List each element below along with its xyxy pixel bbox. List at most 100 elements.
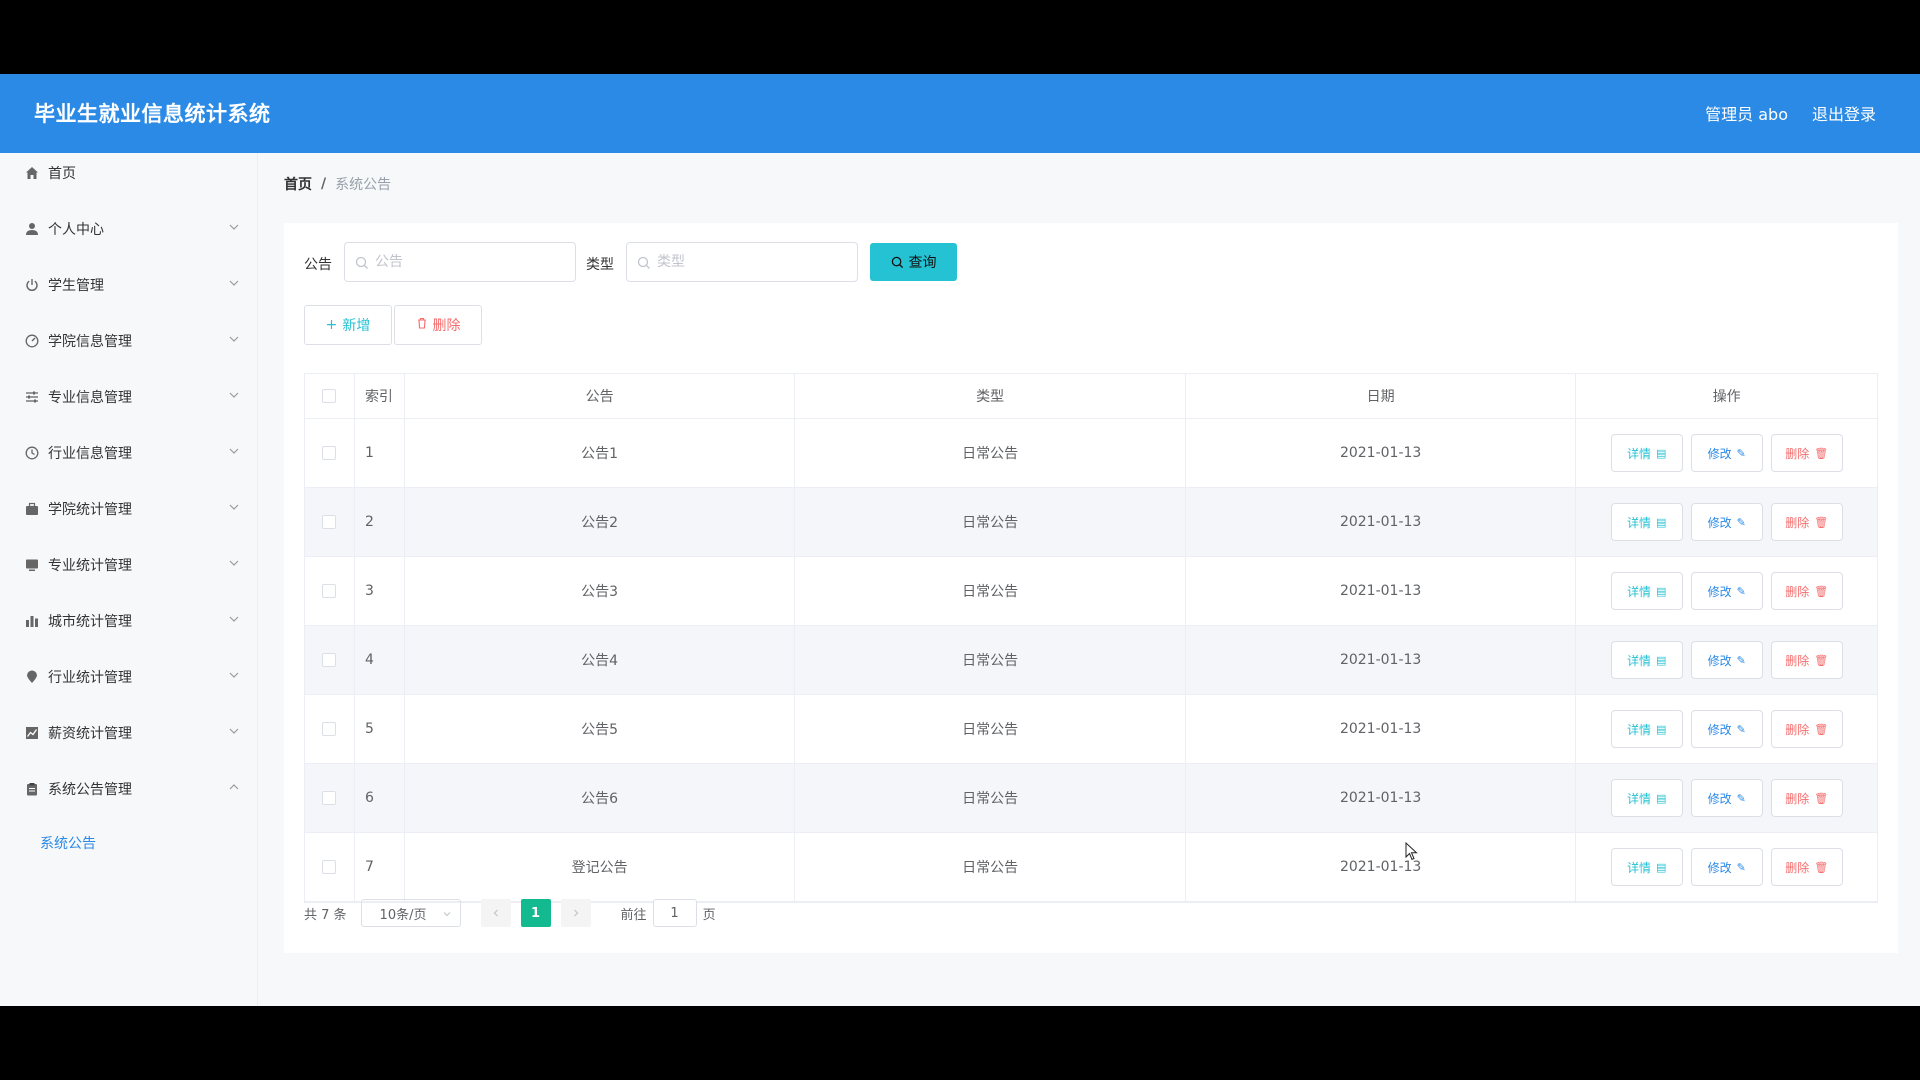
row-checkbox[interactable] bbox=[322, 722, 337, 736]
document-icon: ▤ bbox=[1655, 515, 1667, 529]
header-index: 索引 bbox=[355, 374, 405, 418]
top-bar: 毕业生就业信息统计系统 管理员 abo 退出登录 bbox=[0, 74, 1920, 153]
sidebar-item-label: 城市统计管理 bbox=[48, 614, 132, 630]
cell-ops: 详情 ▤ 修改 ✎ 删除 🗑 bbox=[1576, 626, 1877, 694]
gauge-icon bbox=[24, 333, 40, 349]
sidebar-item-industry-info[interactable]: 行业信息管理 bbox=[0, 433, 258, 473]
cell-index: 4 bbox=[355, 626, 405, 694]
detail-button[interactable]: 详情 ▤ bbox=[1610, 503, 1683, 541]
sidebar-item-label: 学院统计管理 bbox=[48, 502, 132, 518]
table-row: 6 公告6 日常公告 2021-01-13 详情 ▤ 修改 ✎ 删除 🗑 bbox=[305, 764, 1877, 833]
cell-ops: 详情 ▤ 修改 ✎ 删除 🗑 bbox=[1576, 833, 1877, 901]
sidebar-item-label: 学院信息管理 bbox=[48, 334, 132, 350]
cell-title: 公告2 bbox=[405, 488, 796, 556]
detail-button-label: 详情 bbox=[1626, 446, 1651, 461]
title-search-field[interactable] bbox=[344, 242, 576, 282]
row-checkbox[interactable] bbox=[322, 860, 337, 874]
delete-button[interactable]: 删除 🗑 bbox=[1770, 641, 1843, 679]
batch-delete-button[interactable]: 删除 bbox=[394, 305, 482, 345]
breadcrumb: 首页 / 系统公告 bbox=[284, 174, 391, 194]
cell-index: 2 bbox=[355, 488, 405, 556]
row-checkbox[interactable] bbox=[322, 584, 337, 598]
sidebar-subitem-announcements[interactable]: 系统公告 bbox=[40, 828, 240, 858]
delete-button[interactable]: 删除 🗑 bbox=[1770, 710, 1843, 748]
sidebar-item-industry-stats[interactable]: 行业统计管理 bbox=[0, 657, 258, 697]
app-title: 毕业生就业信息统计系统 bbox=[34, 102, 271, 126]
sidebar-item-college-info[interactable]: 学院信息管理 bbox=[0, 321, 258, 361]
delete-button[interactable]: 删除 🗑 bbox=[1770, 434, 1843, 472]
select-all-checkbox[interactable] bbox=[322, 389, 337, 403]
sidebar-item-students[interactable]: 学生管理 bbox=[0, 265, 258, 305]
batch-delete-button-label: 删除 bbox=[432, 318, 461, 334]
logout-button[interactable]: 退出登录 bbox=[1812, 101, 1876, 125]
delete-button-label: 删除 bbox=[1785, 791, 1810, 806]
detail-button[interactable]: 详情 ▤ bbox=[1610, 779, 1683, 817]
sidebar-item-salary-stats[interactable]: 薪资统计管理 bbox=[0, 713, 258, 753]
prev-page-button[interactable] bbox=[480, 899, 511, 927]
title-search-input[interactable] bbox=[375, 243, 565, 281]
cell-ops: 详情 ▤ 修改 ✎ 删除 🗑 bbox=[1576, 419, 1877, 487]
edit-button[interactable]: 修改 ✎ bbox=[1690, 572, 1763, 610]
delete-button[interactable]: 删除 🗑 bbox=[1770, 779, 1843, 817]
goto-page-input[interactable] bbox=[652, 899, 697, 927]
breadcrumb-current: 系统公告 bbox=[335, 177, 392, 193]
chevron-up-icon bbox=[229, 784, 239, 790]
sidebar-item-home[interactable]: 首页 bbox=[0, 153, 258, 193]
query-button[interactable]: 查询 bbox=[870, 243, 957, 281]
edit-button[interactable]: 修改 ✎ bbox=[1690, 503, 1763, 541]
current-user: 管理员 abo bbox=[1705, 105, 1788, 124]
edit-button[interactable]: 修改 ✎ bbox=[1690, 641, 1763, 679]
edit-button[interactable]: 修改 ✎ bbox=[1690, 710, 1763, 748]
detail-button-label: 详情 bbox=[1626, 653, 1651, 668]
cell-title: 公告3 bbox=[405, 557, 796, 625]
pencil-icon: ✎ bbox=[1736, 791, 1746, 805]
row-checkbox[interactable] bbox=[322, 791, 337, 805]
sidebar-item-profile[interactable]: 个人中心 bbox=[0, 209, 258, 249]
edit-button-label: 修改 bbox=[1707, 446, 1732, 461]
table-row: 4 公告4 日常公告 2021-01-13 详情 ▤ 修改 ✎ 删除 🗑 bbox=[305, 626, 1877, 695]
type-search-field[interactable] bbox=[626, 242, 858, 282]
page-number-active[interactable]: 1 bbox=[520, 899, 551, 927]
breadcrumb-home[interactable]: 首页 bbox=[284, 174, 312, 194]
chevron-down-icon bbox=[443, 912, 450, 917]
delete-button[interactable]: 删除 🗑 bbox=[1770, 572, 1843, 610]
header-title: 公告 bbox=[405, 374, 796, 418]
row-checkbox[interactable] bbox=[322, 653, 337, 667]
clock-icon bbox=[24, 445, 40, 461]
detail-button[interactable]: 详情 ▤ bbox=[1610, 434, 1683, 472]
sidebar-item-city-stats[interactable]: 城市统计管理 bbox=[0, 601, 258, 641]
cell-ops: 详情 ▤ 修改 ✎ 删除 🗑 bbox=[1576, 695, 1877, 763]
chevron-right-icon bbox=[573, 909, 578, 917]
detail-button[interactable]: 详情 ▤ bbox=[1610, 572, 1683, 610]
sidebar-item-major-info[interactable]: 专业信息管理 bbox=[0, 377, 258, 417]
sidebar-item-label: 学生管理 bbox=[48, 278, 104, 294]
pagination: 共 7 条 10条/页 1 前往 页 bbox=[304, 898, 716, 928]
edit-button-label: 修改 bbox=[1707, 791, 1732, 806]
detail-button[interactable]: 详情 ▤ bbox=[1610, 848, 1683, 886]
page-size-select[interactable]: 10条/页 bbox=[360, 899, 461, 927]
delete-button[interactable]: 删除 🗑 bbox=[1770, 503, 1843, 541]
sidebar-item-college-stats[interactable]: 学院统计管理 bbox=[0, 489, 258, 529]
sliders-icon bbox=[24, 389, 40, 405]
detail-button[interactable]: 详情 ▤ bbox=[1610, 641, 1683, 679]
type-search-label: 类型 bbox=[586, 257, 614, 273]
sidebar-item-label: 薪资统计管理 bbox=[48, 726, 132, 742]
row-checkbox[interactable] bbox=[322, 446, 337, 460]
edit-button[interactable]: 修改 ✎ bbox=[1690, 434, 1763, 472]
detail-button[interactable]: 详情 ▤ bbox=[1610, 710, 1683, 748]
sidebar-item-announcement-mgmt[interactable]: 系统公告管理 bbox=[0, 769, 258, 809]
row-checkbox[interactable] bbox=[322, 515, 337, 529]
chevron-down-icon bbox=[229, 672, 239, 678]
sidebar-item-major-stats[interactable]: 专业统计管理 bbox=[0, 545, 258, 585]
chevron-down-icon bbox=[229, 392, 239, 398]
sidebar-item-label: 个人中心 bbox=[48, 222, 104, 238]
plus-icon: + bbox=[325, 317, 338, 333]
type-search-input[interactable] bbox=[657, 243, 847, 281]
chevron-down-icon bbox=[229, 448, 239, 454]
edit-button[interactable]: 修改 ✎ bbox=[1690, 779, 1763, 817]
add-button[interactable]: + 新增 bbox=[304, 305, 392, 345]
edit-button[interactable]: 修改 ✎ bbox=[1690, 848, 1763, 886]
delete-button[interactable]: 删除 🗑 bbox=[1770, 848, 1843, 886]
breadcrumb-separator: / bbox=[321, 176, 327, 192]
next-page-button[interactable] bbox=[560, 899, 591, 927]
